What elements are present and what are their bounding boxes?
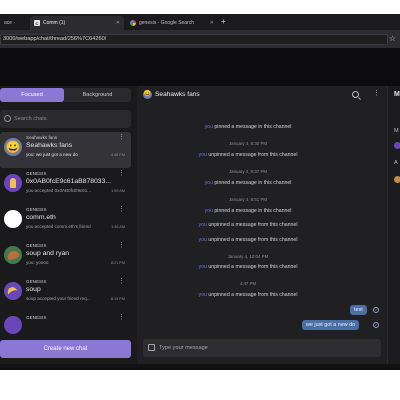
members-label: M <box>394 128 399 134</box>
chat-item[interactable]: GENESIS comm.eth you accepted comm.eth's… <box>0 204 131 240</box>
close-tab-icon[interactable]: ✕ <box>210 20 214 26</box>
sent-check-icon: ✓ <box>373 322 379 328</box>
group-avatar: 😀 <box>143 90 152 99</box>
bookmark-star-icon[interactable]: ☆ <box>389 34 396 44</box>
chat-preview: you: yoooo <box>26 260 49 265</box>
message-bubble[interactable]: test <box>350 305 367 315</box>
url-field[interactable]: 3000/webapp/chat/thread/256%7C64260/ <box>0 34 388 45</box>
tab-google-label: genesis - Google Search <box>139 20 195 26</box>
date-divider: January 4, 9:37 PM <box>228 169 268 174</box>
tab-google[interactable]: genesis - Google Search ✕ <box>126 16 218 30</box>
date-divider: 4:47 PM <box>239 281 257 286</box>
admins-label: A <box>394 160 398 166</box>
chat-name: GENESIS <box>26 171 47 176</box>
more-options-icon[interactable]: ⋮ <box>118 206 125 214</box>
tab-1[interactable]: ace · <box>0 16 26 30</box>
sent-check-icon: ✓ <box>373 307 379 313</box>
avatar <box>4 282 22 300</box>
chat-title: comm.eth <box>26 214 56 221</box>
avatar <box>4 210 22 228</box>
chat-item[interactable]: GENESIS soup and ryan you: yoooo 8:21 PM… <box>0 240 131 276</box>
avatar[interactable] <box>394 176 400 183</box>
members-panel: M M A <box>387 86 400 364</box>
search-icon <box>4 115 11 122</box>
chat-preview: you accepted comm.eth's friend <box>26 224 91 229</box>
avatar: 😀 <box>4 138 22 156</box>
tab-1-label: ace · <box>4 20 16 26</box>
avatar <box>4 246 22 264</box>
app-top-strip <box>0 48 400 90</box>
system-message: you unpinned a message from this channel <box>198 152 298 158</box>
chat-sidebar: Focused Background 😀 Seahawks fans Seaha… <box>0 86 137 364</box>
chat-item[interactable]: GENESIS ⋮ <box>0 312 131 338</box>
chat-time: 8:21 PM <box>110 261 125 265</box>
chat-preview: you accepted 0x0AB0fcE9c61... <box>26 188 92 193</box>
more-options-icon[interactable]: ⋮ <box>118 134 125 142</box>
chat-name: Seahawks fans <box>26 135 58 140</box>
message-composer <box>143 339 381 357</box>
avatar <box>4 174 22 192</box>
chat-name: GENESIS <box>26 279 47 284</box>
chat-filter-toggle: Focused Background <box>0 88 131 102</box>
thread-header: 😀 Seahawks fans ⋮ <box>137 86 387 100</box>
attach-image-icon[interactable] <box>148 344 155 351</box>
chat-time: 1:59 AM <box>111 189 125 193</box>
chat-preview: soup accepted your friend req... <box>26 296 91 301</box>
chat-time: 4:46 PM <box>110 153 125 157</box>
avatar[interactable] <box>394 142 400 149</box>
system-message: you unpinned a message from this channel <box>198 292 298 298</box>
google-favicon-icon <box>130 20 136 26</box>
tab-background[interactable]: Background <box>64 88 131 102</box>
more-options-icon[interactable]: ⋮ <box>118 242 125 250</box>
avatar <box>4 316 22 334</box>
message-bubble[interactable]: we just got a new do <box>302 320 360 330</box>
chat-search <box>0 110 131 128</box>
system-message: you unpinned a message from this channel <box>198 237 298 243</box>
system-message: you pinned a message in this channel <box>204 124 292 130</box>
address-bar: 3000/webapp/chat/thread/256%7C64260/ ☆ <box>0 30 400 48</box>
chat-item[interactable]: GENESIS soup soup accepted your friend r… <box>0 276 131 312</box>
system-message: you unpinned a message from this channel <box>198 222 298 228</box>
tab-focused[interactable]: Focused <box>0 88 64 102</box>
tab-comm[interactable]: C Comm (1) ✕ <box>30 16 124 30</box>
comm-favicon-icon: C <box>34 20 40 26</box>
chat-time: 8:19 PM <box>110 297 125 301</box>
more-options-icon[interactable]: ⋮ <box>118 278 125 286</box>
chat-title: 0x0AB0fcE9c61aB878033... <box>26 178 112 185</box>
chat-item-seahawks[interactable]: 😀 Seahawks fans Seahawks fans you: we ju… <box>0 132 131 168</box>
more-options-icon[interactable]: ⋮ <box>118 314 125 322</box>
chat-preview: you: we just got a new do <box>26 152 78 157</box>
thread-title: Seahawks fans <box>155 91 200 98</box>
chat-title: soup <box>26 286 41 293</box>
chat-title: Seahawks fans <box>26 142 73 149</box>
system-message: you pinned a message in this channel <box>204 208 292 214</box>
date-divider: January 4, 9:51 PM <box>228 197 268 202</box>
chat-name: GENESIS <box>26 315 47 320</box>
chat-item[interactable]: GENESIS 0x0AB0fcE9c61aB878033... you acc… <box>0 168 131 204</box>
system-message: you pinned a message in this channel <box>204 180 292 186</box>
close-tab-icon[interactable]: ✕ <box>116 20 120 26</box>
system-message: you unpinned a message from this channel <box>198 264 298 270</box>
date-divider: January 4, 10:04 PM <box>227 254 269 259</box>
tab-comm-label: Comm (1) <box>43 20 66 26</box>
new-tab-button[interactable]: + <box>221 17 226 27</box>
tab-bar: ace · C Comm (1) ✕ genesis - Google Sear… <box>0 14 400 30</box>
chat-title: soup and ryan <box>26 250 70 257</box>
more-options-icon[interactable]: ⋮ <box>118 170 125 178</box>
search-icon[interactable] <box>352 91 359 98</box>
message-input[interactable] <box>159 339 374 357</box>
date-divider: January 4, 9:30 PM <box>228 141 268 146</box>
chat-thread: 😀 Seahawks fans ⋮ you pinned a message i… <box>137 86 387 364</box>
create-new-chat-button[interactable]: Create new chat <box>0 340 131 358</box>
more-options-icon[interactable]: ⋮ <box>373 89 380 99</box>
search-chats-input[interactable] <box>14 110 124 128</box>
members-heading: M <box>394 91 400 98</box>
chat-time: 1:46 AM <box>111 225 125 229</box>
chat-name: GENESIS <box>26 243 47 248</box>
chat-name: GENESIS <box>26 207 47 212</box>
